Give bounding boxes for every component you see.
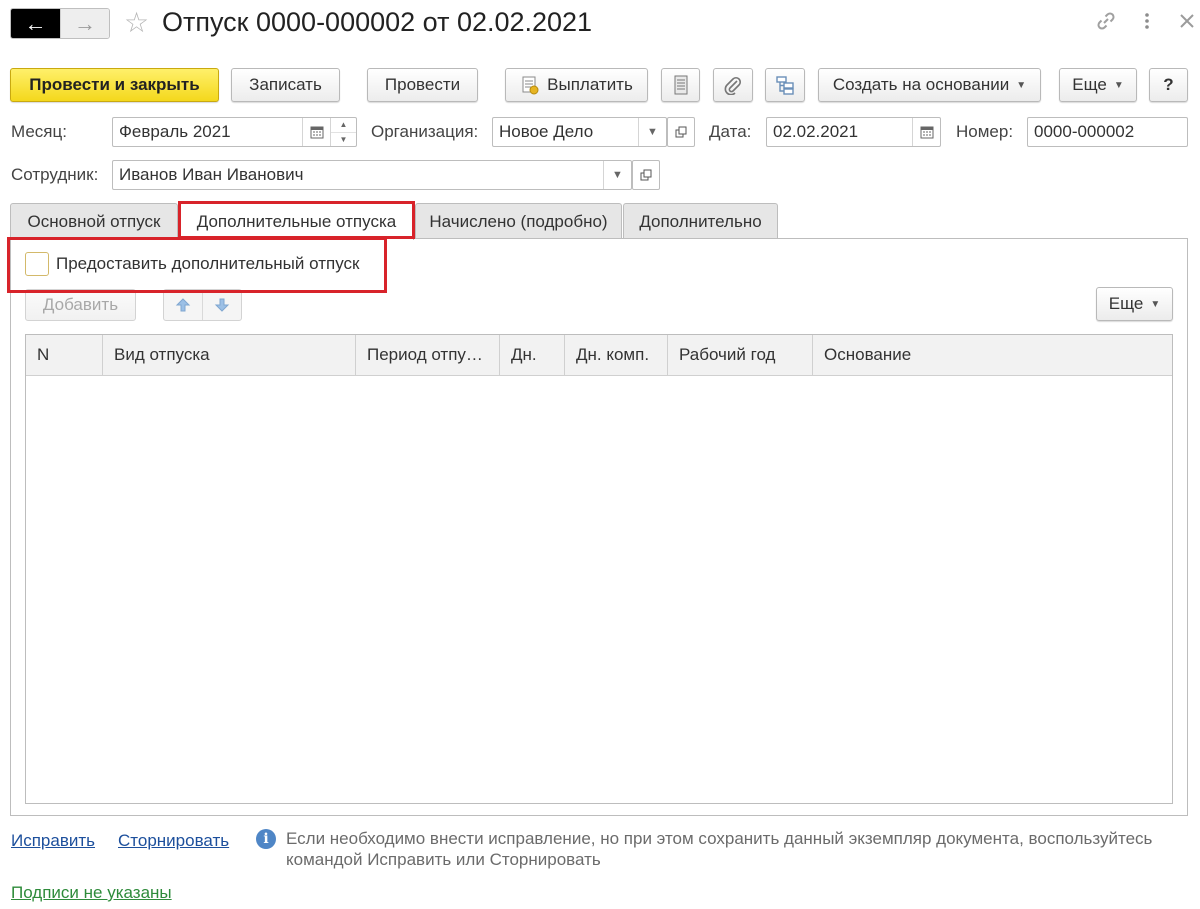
column-header-basis[interactable]: Основание [813,335,1172,375]
report-button[interactable] [661,68,700,102]
organization-field[interactable]: Новое Дело ▼ [492,117,667,147]
page-title: Отпуск 0000-000002 от 02.02.2021 [162,7,593,37]
storno-link[interactable]: Сторнировать [118,830,229,852]
info-message: Если необходимо внести исправление, но п… [286,829,1153,869]
month-stepper[interactable]: ▲ ▼ [330,118,356,146]
organization-value: Новое Дело [499,122,594,141]
number-value: 0000-000002 [1034,122,1135,141]
move-down-button[interactable] [202,290,241,320]
chevron-down-icon: ▼ [1016,79,1027,91]
column-header-vacation-type[interactable]: Вид отпуска [103,335,356,375]
more-button[interactable]: Еще ▼ [1059,68,1137,102]
structure-button[interactable] [765,68,805,102]
tab-accrued-detailed[interactable]: Начислено (подробно) [415,203,622,239]
arrow-left-icon: ← [24,10,47,36]
tab-additional[interactable]: Дополнительно [623,203,778,239]
column-header-comp-days[interactable]: Дн. комп. [565,335,668,375]
vertical-dots-icon[interactable] [1134,10,1160,39]
column-header-days[interactable]: Дн. [500,335,565,375]
pay-button-label: Выплатить [547,75,633,94]
open-employee-button[interactable] [632,160,660,190]
date-field[interactable]: 02.02.2021 [766,117,941,147]
tab-main-vacation[interactable]: Основной отпуск [10,203,178,239]
pay-button[interactable]: Выплатить [505,68,648,102]
stepper-down-icon[interactable]: ▼ [331,131,356,147]
fix-link[interactable]: Исправить [11,830,95,852]
move-buttons [163,289,242,321]
column-header-period[interactable]: Период отпу… [356,335,500,375]
organization-label: Организация: [371,122,479,141]
info-icon: i [256,829,276,849]
link-icon[interactable] [1093,10,1119,39]
number-field[interactable]: 0000-000002 [1027,117,1188,147]
open-window-icon [640,169,652,181]
additional-vacation-checkbox-label[interactable]: Предоставить дополнительный отпуск [56,250,359,278]
number-label: Номер: [956,122,1014,141]
additional-vacation-checkbox[interactable] [25,252,49,276]
date-label: Дата: [709,122,752,141]
back-button[interactable]: ← [11,9,60,38]
column-header-work-year[interactable]: Рабочий год [668,335,813,375]
document-icon [520,75,540,95]
help-button[interactable]: ? [1149,68,1188,102]
month-label: Месяц: [11,122,67,141]
arrow-right-icon: → [73,10,96,36]
post-and-close-button[interactable]: Провести и закрыть [10,68,219,102]
create-based-on-label: Создать на основании [832,75,1010,94]
column-header-n[interactable]: N [26,335,103,375]
save-button[interactable]: Записать [231,68,340,102]
employee-value: Иванов Иван Иванович [119,165,304,184]
arrow-up-icon [175,297,191,313]
vacations-table[interactable]: N Вид отпуска Период отпу… Дн. Дн. комп.… [25,334,1173,804]
hierarchy-icon [775,75,795,95]
signatures-link[interactable]: Подписи не указаны [11,882,172,904]
calendar-icon[interactable] [302,118,330,146]
list-icon [672,75,690,95]
open-window-icon [675,126,687,138]
table-more-button[interactable]: Еще ▼ [1096,287,1173,321]
calendar-icon[interactable] [912,118,940,146]
open-organization-button[interactable] [667,117,695,147]
attach-button[interactable] [713,68,753,102]
paperclip-icon [723,75,743,95]
forward-button[interactable]: → [59,9,109,38]
add-button[interactable]: Добавить [25,289,136,321]
table-header: N Вид отпуска Период отпу… Дн. Дн. комп.… [26,335,1172,376]
month-value: Февраль 2021 [119,122,231,141]
dropdown-arrow-icon[interactable]: ▼ [638,118,666,146]
chevron-down-icon: ▼ [1113,79,1124,91]
post-button[interactable]: Провести [367,68,478,102]
more-button-label: Еще [1072,75,1107,94]
move-up-button[interactable] [164,290,202,320]
create-based-on-button[interactable]: Создать на основании ▼ [818,68,1041,102]
chevron-down-icon: ▼ [1150,298,1161,310]
close-icon[interactable] [1174,10,1200,39]
table-more-label: Еще [1108,294,1144,313]
employee-field[interactable]: Иванов Иван Иванович ▼ [112,160,632,190]
month-field[interactable]: Февраль 2021 ▲ ▼ [112,117,357,147]
dropdown-arrow-icon[interactable]: ▼ [603,161,631,189]
stepper-up-icon[interactable]: ▲ [331,118,356,132]
navigation-buttons: ← → [10,8,110,39]
employee-label: Сотрудник: [11,165,99,184]
tab-additional-vacations[interactable]: Дополнительные отпуска [179,203,414,240]
arrow-down-icon [214,297,230,313]
star-icon[interactable]: ☆ [124,6,149,40]
date-value: 02.02.2021 [773,122,859,141]
